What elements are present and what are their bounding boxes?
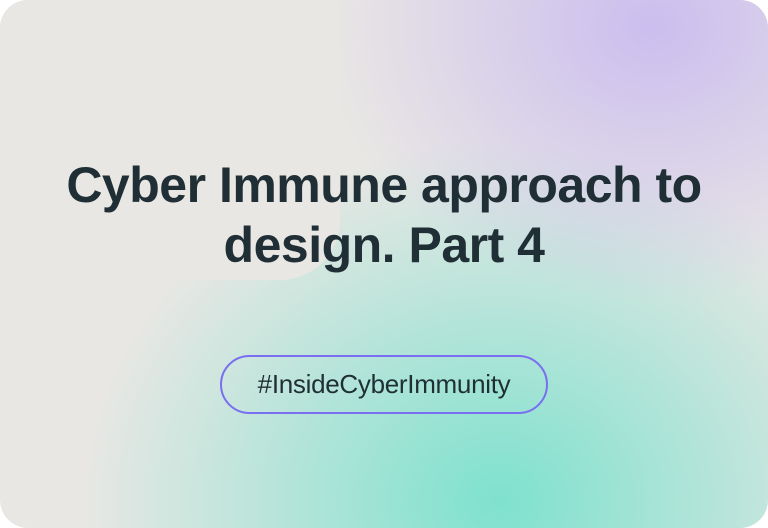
hashtag-pill: #InsideCyberImmunity <box>220 355 549 414</box>
promo-card: Cyber Immune approach to design. Part 4 … <box>0 0 768 528</box>
card-content: Cyber Immune approach to design. Part 4 … <box>0 115 768 414</box>
card-title: Cyber Immune approach to design. Part 4 <box>60 155 708 275</box>
